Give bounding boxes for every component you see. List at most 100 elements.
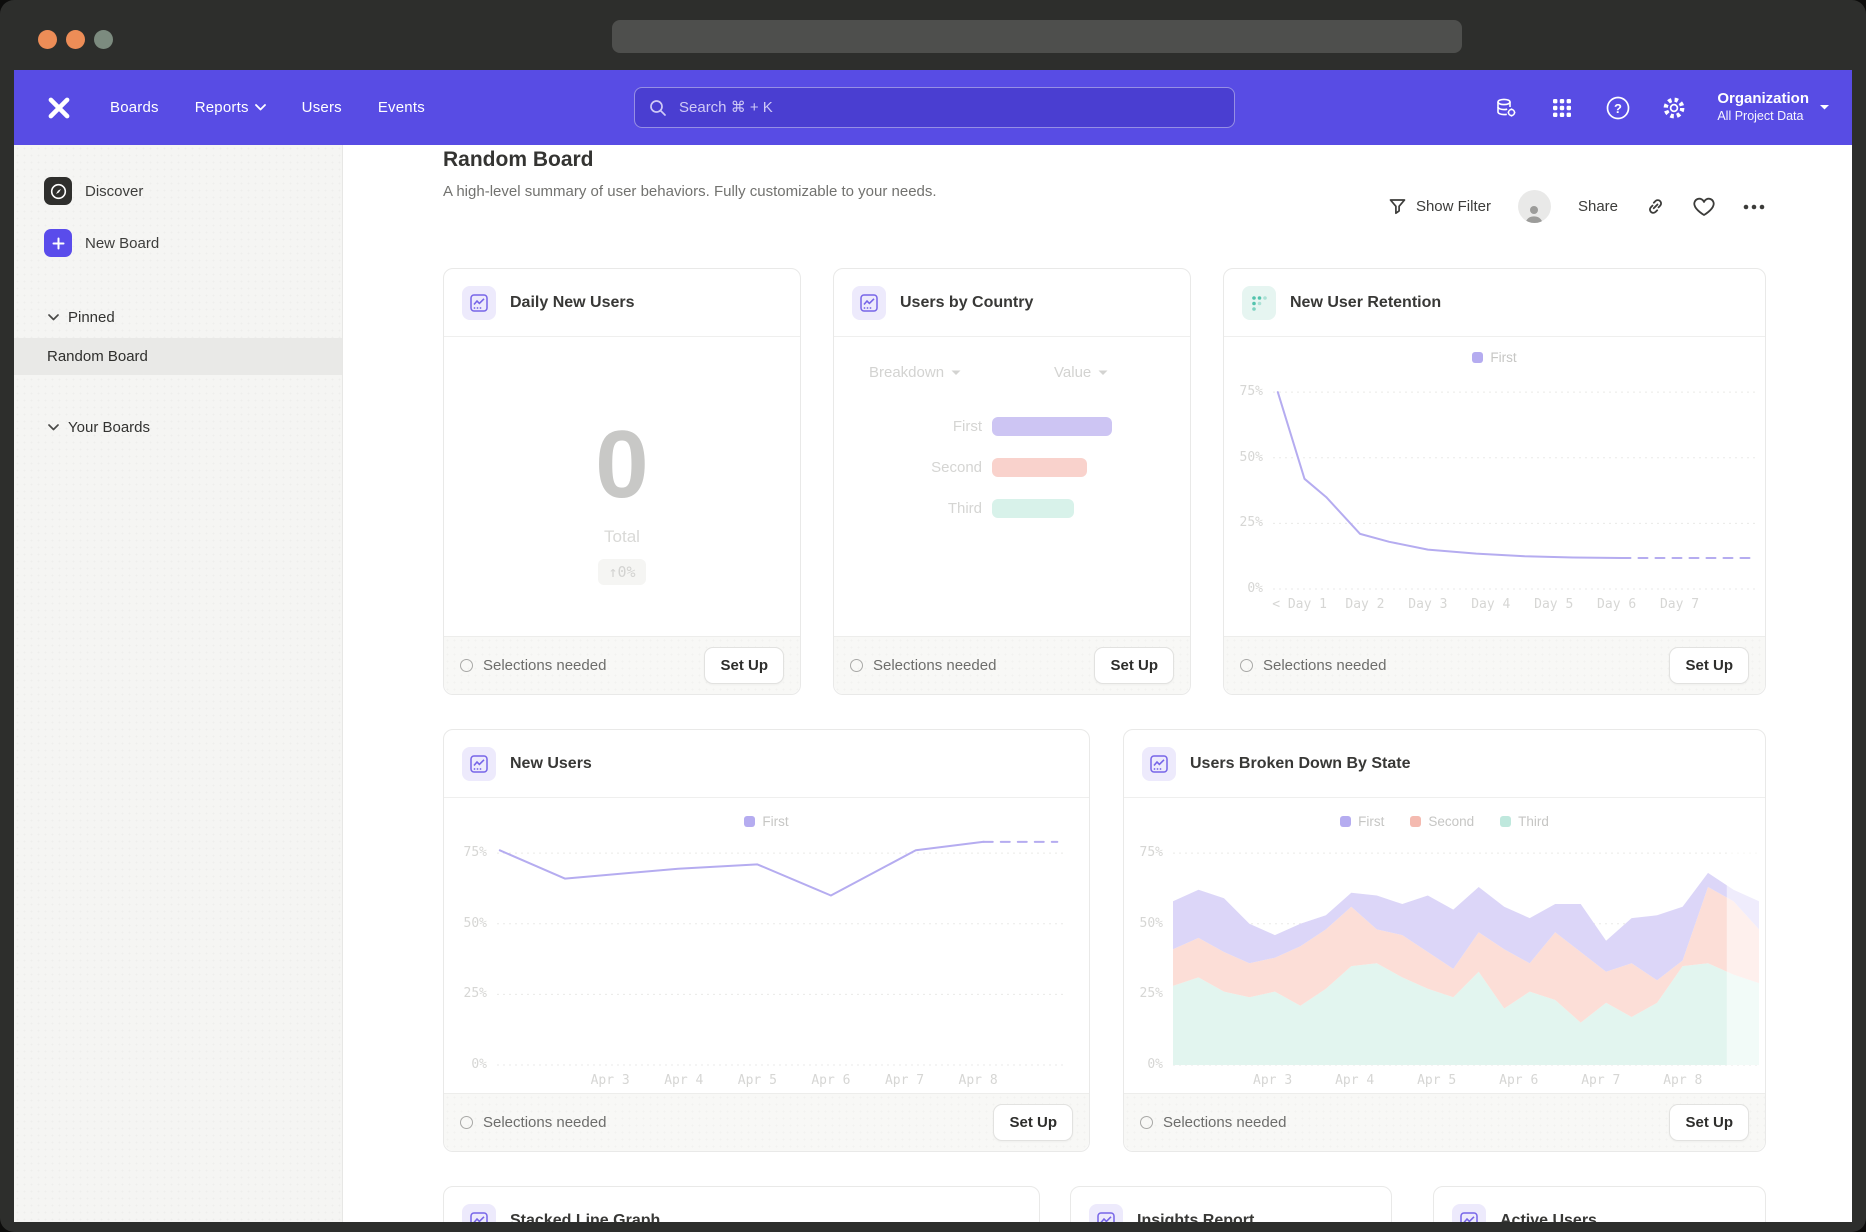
set-up-button[interactable]: Set Up — [1094, 647, 1174, 684]
sidebar-section-your-boards[interactable]: Your Boards — [14, 419, 342, 436]
x-axis-tick: Apr 6 — [1474, 1073, 1564, 1088]
copy-link-icon[interactable] — [1645, 196, 1666, 217]
card-daily-new-users: Daily New Users 0 Total ↑0% Selections n… — [443, 268, 801, 695]
sidebar-item-random-board[interactable]: Random Board — [14, 338, 342, 375]
filter-funnel-icon — [1388, 197, 1407, 216]
legend-label: First — [1490, 350, 1516, 365]
x-axis-tick: Apr 3 — [1228, 1073, 1318, 1088]
country-bar-row: First — [834, 417, 1190, 436]
nav-item-users[interactable]: Users — [302, 99, 342, 116]
data-management-icon[interactable] — [1493, 95, 1519, 121]
sidebar-item-discover[interactable]: Discover — [14, 169, 342, 213]
card-new-users: New Users First 75%50%25%0%Apr 3Apr 4Apr… — [443, 729, 1090, 1152]
legend-label: First — [1358, 814, 1384, 829]
sidebar: Discover New Board Pinned Random Board Y… — [14, 145, 343, 1222]
global-search[interactable] — [634, 87, 1235, 128]
country-bar-row: Second — [834, 458, 1190, 477]
card-title: Daily New Users — [510, 294, 635, 312]
value-dropdown[interactable]: Value — [1054, 364, 1108, 381]
window-controls — [38, 30, 113, 49]
status-selections-needed: Selections needed — [1140, 1114, 1286, 1131]
help-icon[interactable]: ? — [1605, 95, 1631, 121]
org-project: All Project Data — [1717, 109, 1809, 125]
search-icon — [649, 99, 667, 117]
x-axis-tick: Day 7 — [1635, 597, 1725, 612]
status-circle-icon — [460, 659, 473, 672]
apps-grid-icon[interactable] — [1549, 95, 1575, 121]
svg-text:?: ? — [1614, 101, 1622, 116]
x-axis-tick: Apr 4 — [1310, 1073, 1400, 1088]
metric-value: 0 — [444, 417, 800, 513]
card-stacked-line-graph: Stacked Line Graph — [443, 1186, 1040, 1222]
card-title: New User Retention — [1290, 294, 1441, 312]
y-axis-tick: 50% — [1227, 450, 1263, 465]
set-up-button[interactable]: Set Up — [993, 1104, 1073, 1141]
legend-item[interactable]: First — [1472, 350, 1516, 365]
discover-compass-icon — [44, 177, 72, 205]
page-title: Random Board — [443, 148, 594, 172]
avatar[interactable] — [1518, 190, 1551, 223]
nav-item-reports[interactable]: Reports — [195, 99, 266, 116]
status-selections-needed: Selections needed — [1240, 657, 1386, 674]
metric-delta-badge: ↑0% — [598, 559, 645, 585]
legend-label: Third — [1518, 814, 1549, 829]
favorite-heart-icon[interactable] — [1693, 197, 1715, 217]
window-close-button[interactable] — [38, 30, 57, 49]
legend-swatch — [1500, 816, 1511, 827]
set-up-button[interactable]: Set Up — [704, 647, 784, 684]
sidebar-item-new-board[interactable]: New Board — [14, 221, 342, 265]
chart-legend: First — [444, 814, 1089, 829]
card-title: Stacked Line Graph — [510, 1212, 660, 1223]
share-button[interactable]: Share — [1578, 198, 1618, 215]
y-axis-tick: 75% — [1127, 845, 1163, 860]
x-axis-tick: Apr 8 — [1638, 1073, 1728, 1088]
chart-legend: First — [1224, 350, 1765, 365]
nav-item-boards[interactable]: Boards — [110, 99, 159, 116]
address-bar[interactable] — [612, 20, 1462, 53]
search-input[interactable] — [677, 98, 1220, 117]
legend-item[interactable]: First — [744, 814, 788, 829]
legend-swatch — [1472, 352, 1483, 363]
chevron-down-icon — [1098, 370, 1108, 376]
card-users-by-state: Users Broken Down By State FirstSecondTh… — [1123, 729, 1766, 1152]
nav-item-events[interactable]: Events — [378, 99, 425, 116]
breakdown-dropdown[interactable]: Breakdown — [869, 364, 961, 381]
x-axis-tick: Apr 5 — [1392, 1073, 1482, 1088]
line-chart-icon — [1142, 747, 1176, 781]
y-axis-tick: 75% — [451, 845, 487, 860]
line-chart-icon — [462, 747, 496, 781]
mixpanel-logo-icon[interactable] — [44, 93, 74, 123]
chevron-down-icon — [48, 424, 59, 431]
card-title: Active Users — [1500, 1212, 1597, 1223]
more-options-icon[interactable] — [1742, 203, 1766, 211]
top-nav: Boards Reports Users Events — [14, 70, 1852, 145]
window-minimize-button[interactable] — [66, 30, 85, 49]
y-axis-tick: 0% — [1127, 1057, 1163, 1072]
card-users-by-country: Users by Country Breakdown Value First Se… — [833, 268, 1191, 695]
legend-swatch — [744, 816, 755, 827]
legend-item[interactable]: First — [1340, 814, 1384, 829]
y-axis-tick: 0% — [451, 1057, 487, 1072]
state-stacked-chart: 75%50%25%0%Apr 3Apr 4Apr 5Apr 6Apr 7Apr … — [1127, 839, 1763, 1091]
org-switcher[interactable]: Organization All Project Data — [1717, 90, 1830, 124]
set-up-button[interactable]: Set Up — [1669, 647, 1749, 684]
show-filter-button[interactable]: Show Filter — [1388, 197, 1491, 216]
line-chart-icon — [462, 1204, 496, 1223]
card-new-user-retention: New User Retention First 75%50%25%0%< Da… — [1223, 268, 1766, 695]
settings-gear-icon[interactable] — [1661, 95, 1687, 121]
sidebar-section-pinned[interactable]: Pinned — [14, 309, 342, 326]
legend-item[interactable]: Third — [1500, 814, 1549, 829]
window-frame: Boards Reports Users Events — [0, 0, 1866, 1232]
card-title: Insights Report — [1137, 1212, 1254, 1223]
value-bar — [992, 417, 1112, 436]
card-title: Users by Country — [900, 294, 1033, 312]
set-up-button[interactable]: Set Up — [1669, 1104, 1749, 1141]
legend-item[interactable]: Second — [1410, 814, 1474, 829]
window-zoom-button[interactable] — [94, 30, 113, 49]
y-axis-tick: 25% — [451, 986, 487, 1001]
status-circle-icon — [850, 659, 863, 672]
line-chart-icon — [852, 286, 886, 320]
legend-swatch — [1410, 816, 1421, 827]
bar-label: Second — [834, 459, 982, 476]
metric-label: Total — [444, 527, 800, 547]
